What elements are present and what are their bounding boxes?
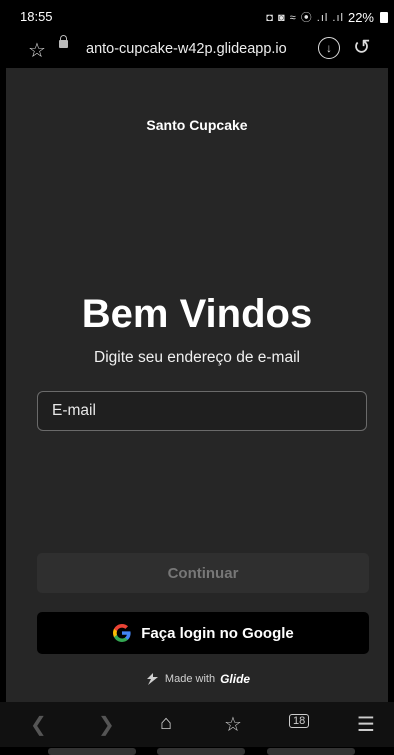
reload-icon[interactable]: ↺ (353, 35, 371, 60)
forward-icon[interactable]: ❯ (98, 712, 115, 737)
brand-name: Santo Cupcake (146, 117, 248, 133)
menu-icon[interactable]: ☰ (357, 712, 375, 737)
download-icon[interactable]: ↓ (318, 37, 340, 59)
made-with-label: Made with (164, 673, 216, 685)
glide-icon (146, 673, 158, 685)
bookmark-star-icon[interactable]: ☆ (28, 38, 46, 63)
email-field[interactable] (37, 391, 367, 431)
gesture-bar-right (267, 748, 355, 755)
home-icon[interactable]: ⌂ (160, 712, 172, 735)
status-bar: 18:55 ◘ ◙ ≈ ⦿ .ıl .ıl 22% (0, 0, 394, 30)
tabs-icon[interactable]: 18 (289, 714, 310, 728)
welcome-heading: Bem Vindos (81, 292, 313, 336)
glide-brand: Glide (220, 672, 251, 686)
continue-button[interactable]: Continuar (37, 553, 369, 593)
back-icon[interactable]: ❮ (30, 712, 47, 737)
battery-level: 22% (347, 9, 374, 25)
gesture-bar-center (157, 748, 245, 755)
signal-icons: ◘ ◙ ≈ ⦿ .ıl .ıl (266, 12, 344, 24)
battery-icon (380, 11, 388, 23)
browser-nav-bar: ❮ ❯ ⌂ ☆ 18 ☰ (0, 702, 394, 747)
browser-url-bar: ☆ anto-cupcake-w42p.glideapp.io ↓ ↺ (0, 30, 394, 68)
google-icon (113, 624, 131, 642)
status-time: 18:55 (20, 9, 53, 24)
email-prompt: Digite seu endereço de e-mail (94, 349, 300, 366)
google-login-label: Faça login no Google (141, 624, 294, 642)
google-login-button[interactable]: Faça login no Google (37, 612, 369, 654)
gesture-bar-left (48, 748, 136, 755)
made-with-glide-badge[interactable]: Made with Glide (6, 672, 388, 686)
url-text[interactable]: anto-cupcake-w42p.glideapp.io (86, 41, 287, 57)
app-container: Santo Cupcake Bem Vindos Digite seu ende… (6, 68, 388, 702)
status-indicators: ◘ ◙ ≈ ⦿ .ıl .ıl 22% (266, 9, 388, 25)
bookmarks-icon[interactable]: ☆ (224, 712, 242, 737)
lock-icon[interactable] (59, 35, 68, 48)
